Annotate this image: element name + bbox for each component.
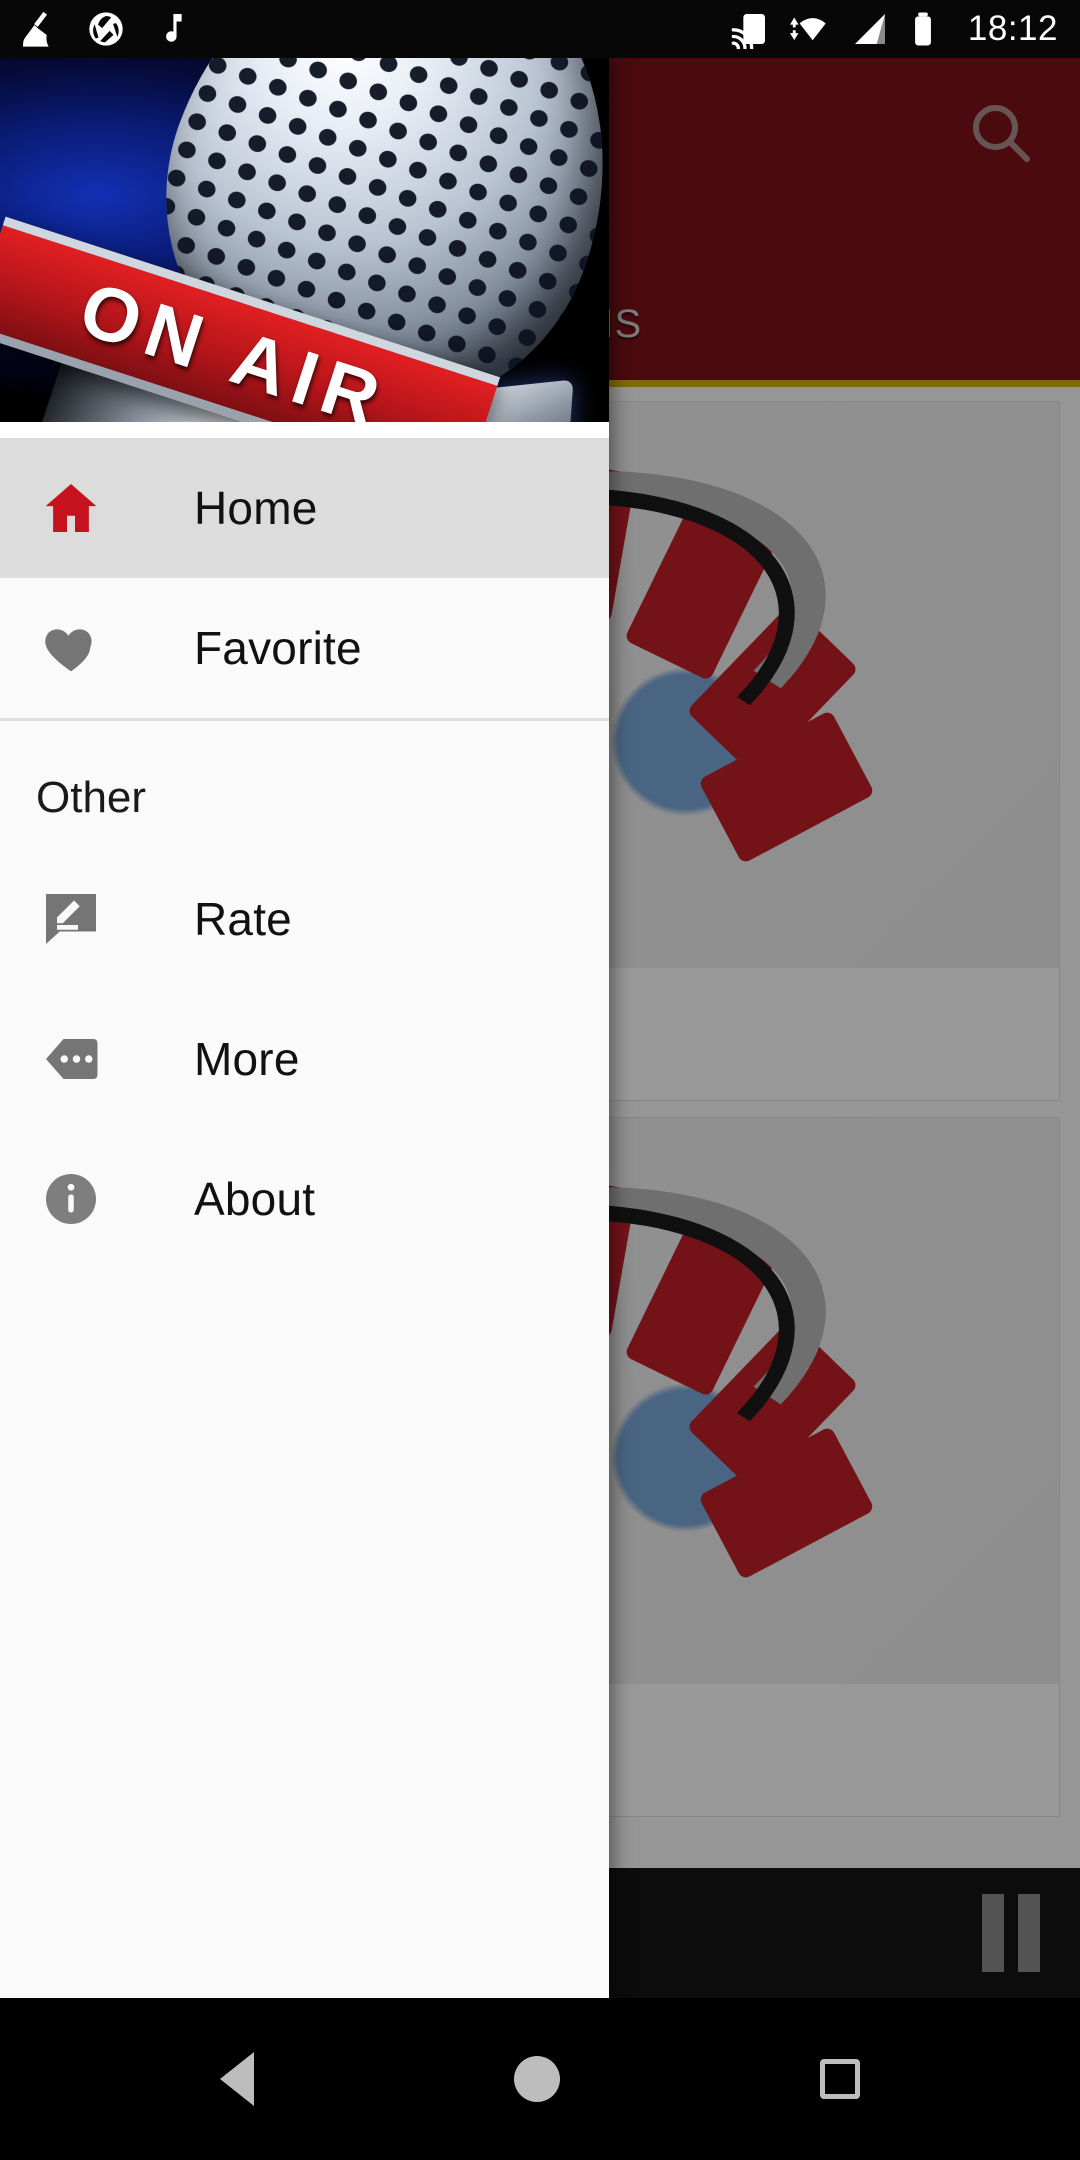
sidebar-item-favorite[interactable]: Favorite	[0, 578, 609, 718]
rate-review-icon	[36, 889, 106, 949]
cast-icon	[730, 9, 770, 49]
phone-screen: STATIONS	[0, 0, 1080, 2160]
info-icon	[36, 1169, 106, 1229]
status-bar-clock: 18:12	[967, 9, 1058, 48]
drawer-menu: Home Favorite Other Rate More About	[0, 438, 609, 1998]
cell-signal-icon	[850, 9, 890, 49]
sidebar-item-home[interactable]: Home	[0, 438, 609, 578]
status-bar-right: 18:12	[730, 9, 1058, 49]
sidebar-item-label: Favorite	[194, 622, 362, 674]
broom-icon	[18, 8, 60, 50]
heart-icon	[36, 617, 106, 679]
back-triangle-icon[interactable]	[220, 2052, 254, 2106]
status-bar-left	[18, 8, 190, 50]
more-horiz-label-icon	[36, 1029, 106, 1089]
sidebar-item-label: Rate	[194, 893, 292, 945]
sidebar-item-about[interactable]: About	[0, 1129, 609, 1269]
sidebar-item-rate[interactable]: Rate	[0, 849, 609, 989]
menu-section-other: Other	[36, 773, 147, 822]
sidebar-item-label: About	[194, 1173, 316, 1225]
battery-icon	[904, 10, 942, 48]
camera-aperture-icon	[86, 9, 126, 49]
navigation-drawer: ON AIR Home Favorite Other Rate More Abo…	[0, 58, 609, 1998]
wifi-icon	[784, 9, 836, 49]
home-icon	[36, 476, 106, 540]
sidebar-item-label: Home	[194, 482, 318, 534]
drawer-header-image: ON AIR	[0, 58, 609, 438]
system-navigation-bar	[0, 1998, 1080, 2160]
home-circle-icon[interactable]	[514, 2056, 560, 2102]
sidebar-item-more[interactable]: More	[0, 989, 609, 1129]
recents-square-icon[interactable]	[820, 2059, 860, 2099]
music-note-icon	[152, 10, 190, 48]
status-bar: 18:12	[0, 0, 1080, 58]
sidebar-item-label: More	[194, 1033, 300, 1085]
